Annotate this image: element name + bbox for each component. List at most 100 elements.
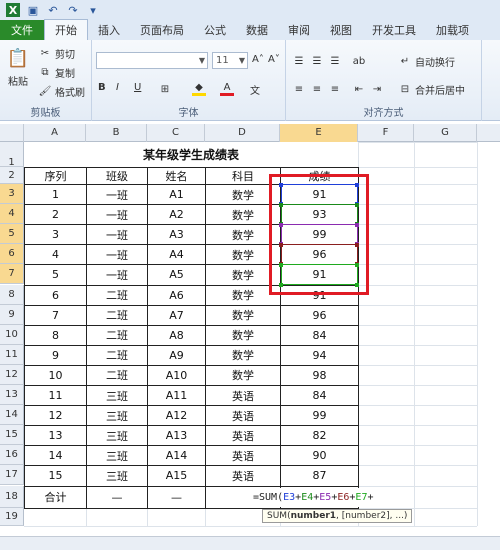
table-cell[interactable]: 14 xyxy=(25,446,86,465)
copy-button[interactable]: ⧉ 复制 xyxy=(38,65,75,80)
formula-edit-cell[interactable]: =SUM(E3 + E4 + E5 + E6 + E7 + xyxy=(253,487,376,507)
row-header[interactable]: 17 xyxy=(0,465,24,486)
table-cell[interactable]: 二班 xyxy=(87,366,147,385)
table-cell[interactable]: A4 xyxy=(148,245,205,264)
cut-button[interactable]: ✂ 剪切 xyxy=(38,46,75,61)
font-size-select[interactable]: 11 ▼ xyxy=(212,52,248,69)
table-cell[interactable]: 3 xyxy=(25,225,86,244)
table-cell[interactable]: 12 xyxy=(25,406,86,425)
font-name-select[interactable]: ▼ xyxy=(96,52,208,69)
table-cell[interactable]: A10 xyxy=(148,366,205,385)
table-cell[interactable]: A1 xyxy=(148,185,205,204)
row-header[interactable]: 3 xyxy=(0,184,24,205)
tab-formulas[interactable]: 公式 xyxy=(194,20,236,40)
tab-home[interactable]: 开始 xyxy=(44,19,88,40)
tab-view[interactable]: 视图 xyxy=(320,20,362,40)
grow-font-button[interactable]: A˄ xyxy=(252,54,264,65)
align-center-button[interactable]: ≡ xyxy=(310,82,324,96)
table-cell[interactable]: 二班 xyxy=(87,326,147,345)
row-header[interactable]: 13 xyxy=(0,385,24,406)
table-cell[interactable]: 98 xyxy=(281,366,358,385)
table-cell[interactable]: 7 xyxy=(25,306,86,325)
table-cell[interactable]: 84 xyxy=(281,326,358,345)
format-painter-button[interactable]: 🖌 格式刷 xyxy=(38,84,85,99)
table-cell[interactable]: 94 xyxy=(281,346,358,365)
table-cell[interactable]: 10 xyxy=(25,366,86,385)
table-cell[interactable]: A2 xyxy=(148,205,205,224)
total-cell[interactable]: 合计 xyxy=(25,487,86,508)
tab-file[interactable]: 文件 xyxy=(0,20,44,40)
table-cell[interactable]: 三班 xyxy=(87,386,147,405)
total-cell[interactable]: — xyxy=(87,487,147,508)
tab-data[interactable]: 数据 xyxy=(236,20,278,40)
table-cell[interactable]: 二班 xyxy=(87,346,147,365)
table-cell[interactable]: 英语 xyxy=(206,446,280,465)
tooltip-function[interactable]: SUM( xyxy=(267,511,291,521)
customize-icon[interactable]: ▾ xyxy=(86,3,100,17)
table-cell[interactable]: 11 xyxy=(25,386,86,405)
tab-developer[interactable]: 开发工具 xyxy=(362,20,426,40)
column-title-cell[interactable]: 序列 xyxy=(25,168,86,184)
column-header[interactable]: C xyxy=(147,124,205,142)
table-cell[interactable]: 英语 xyxy=(206,406,280,425)
decrease-indent-button[interactable]: ⇤ xyxy=(352,82,366,96)
table-cell[interactable]: 4 xyxy=(25,245,86,264)
table-cell[interactable]: A9 xyxy=(148,346,205,365)
table-cell[interactable]: 数学 xyxy=(206,346,280,365)
row-header[interactable]: 9 xyxy=(0,304,24,325)
table-cell[interactable]: 87 xyxy=(281,466,358,485)
table-cell[interactable]: 96 xyxy=(281,306,358,325)
table-cell[interactable]: 9 xyxy=(25,346,86,365)
merge-center-button[interactable]: ⊟ 合并后居中 xyxy=(398,82,465,97)
align-top-button[interactable]: ☰ xyxy=(292,54,306,68)
row-header[interactable]: 14 xyxy=(0,405,24,426)
table-cell[interactable]: 英语 xyxy=(206,466,280,485)
row-header[interactable]: 11 xyxy=(0,344,24,365)
table-cell[interactable]: A6 xyxy=(148,286,205,305)
column-title-cell[interactable]: 班级 xyxy=(87,168,147,184)
table-cell[interactable]: 三班 xyxy=(87,466,147,485)
table-cell[interactable]: 84 xyxy=(281,386,358,405)
wrap-text-button[interactable]: ↵ 自动换行 xyxy=(398,54,455,69)
table-cell[interactable]: 82 xyxy=(281,426,358,445)
table-cell[interactable]: 三班 xyxy=(87,446,147,465)
select-all-corner[interactable] xyxy=(0,124,24,142)
table-cell[interactable]: 英语 xyxy=(206,426,280,445)
table-cell[interactable]: 90 xyxy=(281,446,358,465)
column-header[interactable]: F xyxy=(358,124,414,142)
column-title-cell[interactable]: 姓名 xyxy=(148,168,205,184)
table-cell[interactable]: 三班 xyxy=(87,426,147,445)
table-cell[interactable]: A15 xyxy=(148,466,205,485)
row-header[interactable]: 6 xyxy=(0,244,24,265)
horizontal-scrollbar[interactable] xyxy=(0,536,500,550)
orientation-button[interactable]: ab xyxy=(352,54,366,68)
phonetic-button[interactable]: 文 xyxy=(248,82,262,97)
total-cell[interactable]: — xyxy=(148,487,205,508)
column-header[interactable]: B xyxy=(86,124,147,142)
column-header[interactable]: G xyxy=(414,124,477,142)
table-cell[interactable]: 英语 xyxy=(206,386,280,405)
table-cell[interactable]: A3 xyxy=(148,225,205,244)
tab-review[interactable]: 审阅 xyxy=(278,20,320,40)
row-header[interactable]: 19 xyxy=(0,507,24,526)
table-cell[interactable]: 数学 xyxy=(206,306,280,325)
table-cell[interactable]: 6 xyxy=(25,286,86,305)
align-right-button[interactable]: ≡ xyxy=(328,82,342,96)
table-cell[interactable]: 一班 xyxy=(87,225,147,244)
row-header[interactable]: 12 xyxy=(0,364,24,385)
row-header[interactable]: 5 xyxy=(0,224,24,245)
table-cell[interactable]: A11 xyxy=(148,386,205,405)
align-left-button[interactable]: ≡ xyxy=(292,82,306,96)
table-cell[interactable]: A5 xyxy=(148,265,205,284)
column-header[interactable]: A xyxy=(24,124,86,142)
row-header[interactable]: 15 xyxy=(0,425,24,446)
border-button[interactable]: ⊞ xyxy=(158,82,172,96)
bold-button[interactable]: B xyxy=(98,82,106,93)
fill-color-button[interactable]: ◆ xyxy=(192,82,206,96)
column-header[interactable]: D xyxy=(205,124,280,142)
table-cell[interactable]: 二班 xyxy=(87,286,147,305)
table-cell[interactable]: 2 xyxy=(25,205,86,224)
row-header[interactable]: 7 xyxy=(0,264,24,285)
shrink-font-button[interactable]: A˅ xyxy=(268,54,280,65)
tab-insert[interactable]: 插入 xyxy=(88,20,130,40)
